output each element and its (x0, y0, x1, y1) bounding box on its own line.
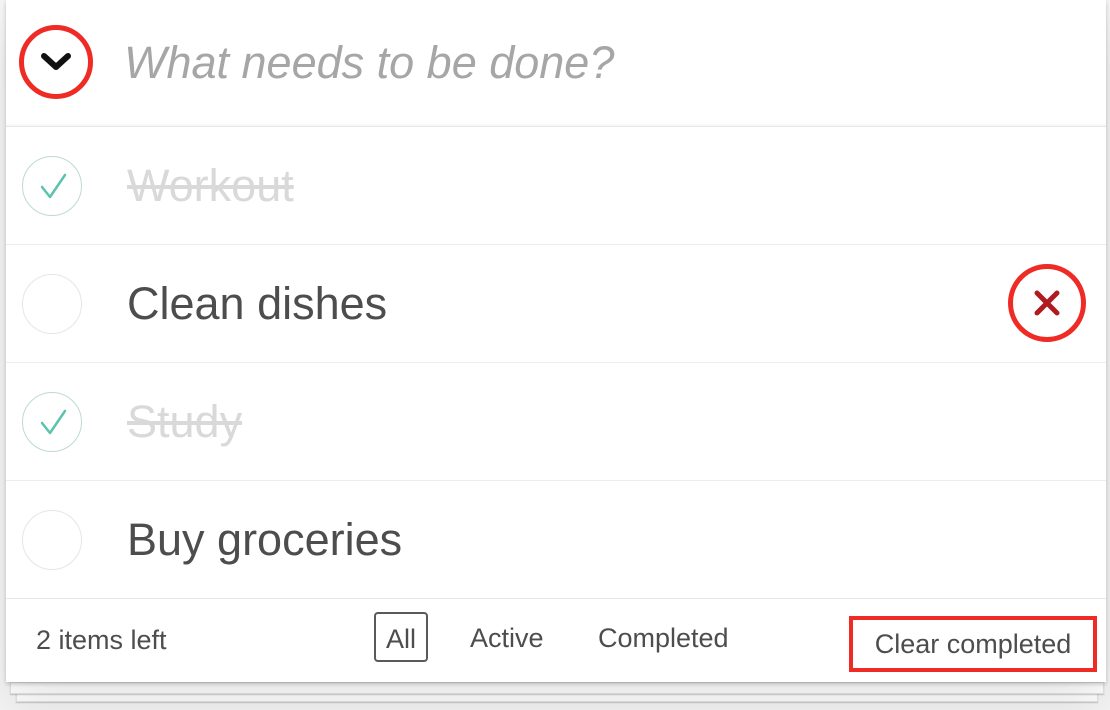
items-left-count: 2 items left (36, 625, 167, 655)
todo-item: Study (6, 363, 1106, 481)
todo-label[interactable]: Study (127, 394, 242, 450)
chevron-down-icon (41, 53, 71, 70)
close-icon (1034, 290, 1060, 316)
todo-item: Buy groceries (6, 481, 1106, 599)
filter-active[interactable]: Active (459, 612, 555, 662)
todo-label[interactable]: Clean dishes (127, 276, 387, 332)
checkmark-icon (40, 409, 67, 435)
toggle-all-button[interactable] (19, 25, 93, 99)
filter-all[interactable]: All (374, 612, 429, 662)
filter-completed[interactable]: Completed (587, 612, 740, 662)
todo-list: Workout Clean dishes Study Buy groceries (6, 127, 1106, 599)
todo-item: Workout (6, 127, 1106, 245)
todo-label[interactable]: Workout (127, 158, 294, 214)
new-todo-input[interactable] (124, 26, 1084, 100)
todo-app: Workout Clean dishes Study Buy groceries… (6, 0, 1106, 682)
todo-toggle-checkbox[interactable] (22, 392, 82, 452)
clear-completed-button[interactable]: Clear completed (849, 616, 1097, 672)
todo-footer: 2 items left All Active Completed Clear … (6, 598, 1106, 683)
todo-toggle-checkbox[interactable] (22, 156, 82, 216)
todo-item: Clean dishes (6, 245, 1106, 363)
list-stack-shadow-1 (10, 682, 1104, 694)
todo-label[interactable]: Buy groceries (127, 512, 402, 568)
checkmark-icon (40, 173, 67, 199)
todo-toggle-checkbox[interactable] (22, 510, 82, 570)
delete-todo-button[interactable] (1008, 264, 1086, 342)
todo-header (6, 0, 1106, 127)
todo-toggle-checkbox[interactable] (22, 274, 82, 334)
